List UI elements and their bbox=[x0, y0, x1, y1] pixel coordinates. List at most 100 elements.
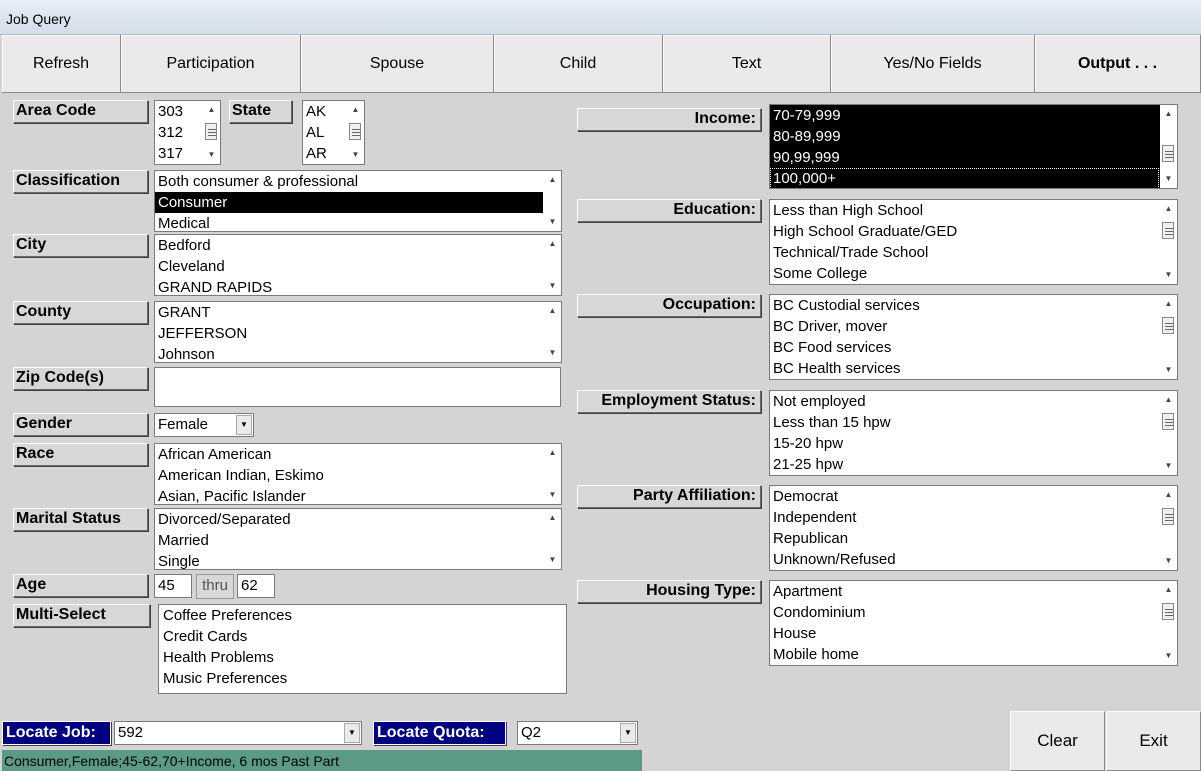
list-item[interactable]: 317 bbox=[155, 143, 202, 164]
scroll-down-icon[interactable]: ▼ bbox=[1160, 648, 1177, 664]
party-affiliation-list[interactable]: Democrat Independent Republican Unknown/… bbox=[769, 485, 1178, 571]
locate-quota-select[interactable]: Q2 ▼ bbox=[517, 721, 638, 745]
list-item[interactable]: Cleveland bbox=[155, 256, 543, 277]
list-item-selected[interactable]: Consumer bbox=[155, 192, 543, 213]
scroll-up-icon[interactable]: ▲ bbox=[544, 445, 561, 461]
scrollbar[interactable]: ▲ ▼ bbox=[544, 509, 561, 569]
list-item[interactable]: Health Problems bbox=[159, 647, 566, 668]
race-button[interactable]: Race bbox=[13, 443, 148, 466]
list-item[interactable]: Apartment bbox=[770, 581, 1159, 602]
list-item[interactable]: AL bbox=[303, 122, 346, 143]
list-item[interactable]: Technical/Trade School bbox=[770, 242, 1159, 263]
scroll-down-icon[interactable]: ▼ bbox=[544, 345, 561, 361]
scroll-down-icon[interactable]: ▼ bbox=[1160, 171, 1177, 187]
scroll-up-icon[interactable]: ▲ bbox=[544, 172, 561, 188]
state-list[interactable]: AK AL AR ▲ ▼ bbox=[302, 100, 365, 165]
list-item[interactable]: Some College bbox=[770, 263, 1159, 284]
education-list[interactable]: Less than High School High School Gradua… bbox=[769, 199, 1178, 285]
list-item[interactable]: BC Food services bbox=[770, 337, 1159, 358]
scroll-thumb[interactable] bbox=[349, 123, 361, 140]
scroll-up-icon[interactable]: ▲ bbox=[1160, 392, 1177, 408]
list-item[interactable]: Both consumer & professional bbox=[155, 171, 543, 192]
scroll-down-icon[interactable]: ▼ bbox=[544, 552, 561, 568]
classification-button[interactable]: Classification bbox=[13, 170, 148, 193]
list-item[interactable]: Less than High School bbox=[770, 200, 1159, 221]
list-item[interactable]: Credit Cards bbox=[159, 626, 566, 647]
county-button[interactable]: County bbox=[13, 301, 148, 324]
locate-job-select[interactable]: 592 ▼ bbox=[114, 721, 362, 745]
list-item-selected[interactable]: 90,99,999 bbox=[770, 147, 1159, 168]
age-button[interactable]: Age bbox=[13, 574, 148, 597]
list-item[interactable]: Married bbox=[155, 530, 543, 551]
list-item[interactable]: Less than 15 hpw bbox=[770, 412, 1159, 433]
list-item[interactable]: 21-25 hpw bbox=[770, 454, 1159, 475]
list-item[interactable]: Asian, Pacific Islander bbox=[155, 486, 543, 504]
list-item[interactable]: Coffee Preferences bbox=[159, 605, 566, 626]
scrollbar[interactable]: ▲ ▼ bbox=[1160, 391, 1177, 475]
scrollbar[interactable]: ▲ ▼ bbox=[544, 444, 561, 504]
scroll-up-icon[interactable]: ▲ bbox=[544, 236, 561, 252]
scroll-thumb[interactable] bbox=[1162, 508, 1174, 525]
occupation-button[interactable]: Occupation: bbox=[577, 294, 761, 317]
marital-status-button[interactable]: Marital Status bbox=[13, 508, 148, 531]
list-item[interactable]: Mobile home bbox=[770, 644, 1159, 665]
scroll-down-icon[interactable]: ▼ bbox=[544, 487, 561, 503]
list-item[interactable]: African American bbox=[155, 444, 543, 465]
scrollbar[interactable]: ▲ ▼ bbox=[544, 171, 561, 231]
dropdown-arrow-icon[interactable]: ▼ bbox=[344, 723, 360, 743]
list-item-selected[interactable]: 80-89,999 bbox=[770, 126, 1159, 147]
scrollbar[interactable]: ▲ ▼ bbox=[544, 235, 561, 295]
race-list[interactable]: African American American Indian, Eskimo… bbox=[154, 443, 562, 505]
text-button[interactable]: Text bbox=[663, 35, 831, 93]
list-item[interactable]: 303 bbox=[155, 101, 202, 122]
housing-type-button[interactable]: Housing Type: bbox=[577, 580, 761, 603]
area-code-list[interactable]: 303 312 317 ▲ ▼ bbox=[154, 100, 221, 165]
list-item[interactable]: Medical bbox=[155, 213, 543, 231]
occupation-list[interactable]: BC Custodial services BC Driver, mover B… bbox=[769, 294, 1178, 380]
scroll-down-icon[interactable]: ▼ bbox=[1160, 362, 1177, 378]
scroll-down-icon[interactable]: ▼ bbox=[203, 147, 220, 163]
marital-status-list[interactable]: Divorced/Separated Married Single ▲ ▼ bbox=[154, 508, 562, 570]
scroll-up-icon[interactable]: ▲ bbox=[203, 102, 220, 118]
child-button[interactable]: Child bbox=[494, 35, 663, 93]
scroll-thumb[interactable] bbox=[1162, 145, 1174, 162]
list-item[interactable]: Unknown/Refused bbox=[770, 549, 1159, 570]
scroll-up-icon[interactable]: ▲ bbox=[1160, 106, 1177, 122]
spouse-button[interactable]: Spouse bbox=[301, 35, 494, 93]
state-button[interactable]: State bbox=[229, 100, 292, 123]
scroll-thumb[interactable] bbox=[1162, 317, 1174, 334]
scroll-up-icon[interactable]: ▲ bbox=[544, 303, 561, 319]
age-to-field[interactable]: 62 bbox=[237, 574, 275, 598]
scroll-up-icon[interactable]: ▲ bbox=[544, 510, 561, 526]
list-item[interactable]: Not employed bbox=[770, 391, 1159, 412]
list-item[interactable]: Single bbox=[155, 551, 543, 569]
refresh-button[interactable]: Refresh bbox=[2, 35, 121, 93]
scroll-up-icon[interactable]: ▲ bbox=[1160, 487, 1177, 503]
list-item[interactable]: Bedford bbox=[155, 235, 543, 256]
scrollbar[interactable]: ▲ ▼ bbox=[347, 101, 364, 164]
participation-button[interactable]: Participation bbox=[121, 35, 301, 93]
zip-code-field[interactable] bbox=[154, 367, 561, 407]
scrollbar[interactable]: ▲ ▼ bbox=[1160, 581, 1177, 665]
list-item[interactable]: Republican bbox=[770, 528, 1159, 549]
scroll-up-icon[interactable]: ▲ bbox=[1160, 582, 1177, 598]
scroll-down-icon[interactable]: ▼ bbox=[544, 214, 561, 230]
clear-button[interactable]: Clear bbox=[1010, 711, 1105, 771]
list-item[interactable]: AK bbox=[303, 101, 346, 122]
list-item[interactable]: Johnson bbox=[155, 344, 543, 362]
exit-button[interactable]: Exit bbox=[1106, 711, 1201, 771]
yes-no-fields-button[interactable]: Yes/No Fields bbox=[831, 35, 1035, 93]
gender-select[interactable]: Female ▼ bbox=[154, 413, 254, 437]
scrollbar[interactable]: ▲ ▼ bbox=[1160, 200, 1177, 284]
scroll-up-icon[interactable]: ▲ bbox=[1160, 201, 1177, 217]
list-item[interactable]: AR bbox=[303, 143, 346, 164]
scroll-thumb[interactable] bbox=[1162, 603, 1174, 620]
scroll-down-icon[interactable]: ▼ bbox=[1160, 458, 1177, 474]
income-button[interactable]: Income: bbox=[577, 108, 761, 131]
scroll-down-icon[interactable]: ▼ bbox=[347, 147, 364, 163]
list-item[interactable]: House bbox=[770, 623, 1159, 644]
multi-select-button[interactable]: Multi-Select bbox=[13, 604, 150, 627]
list-item[interactable]: 312 bbox=[155, 122, 202, 143]
list-item[interactable]: JEFFERSON bbox=[155, 323, 543, 344]
city-list[interactable]: Bedford Cleveland GRAND RAPIDS ▲ ▼ bbox=[154, 234, 562, 296]
